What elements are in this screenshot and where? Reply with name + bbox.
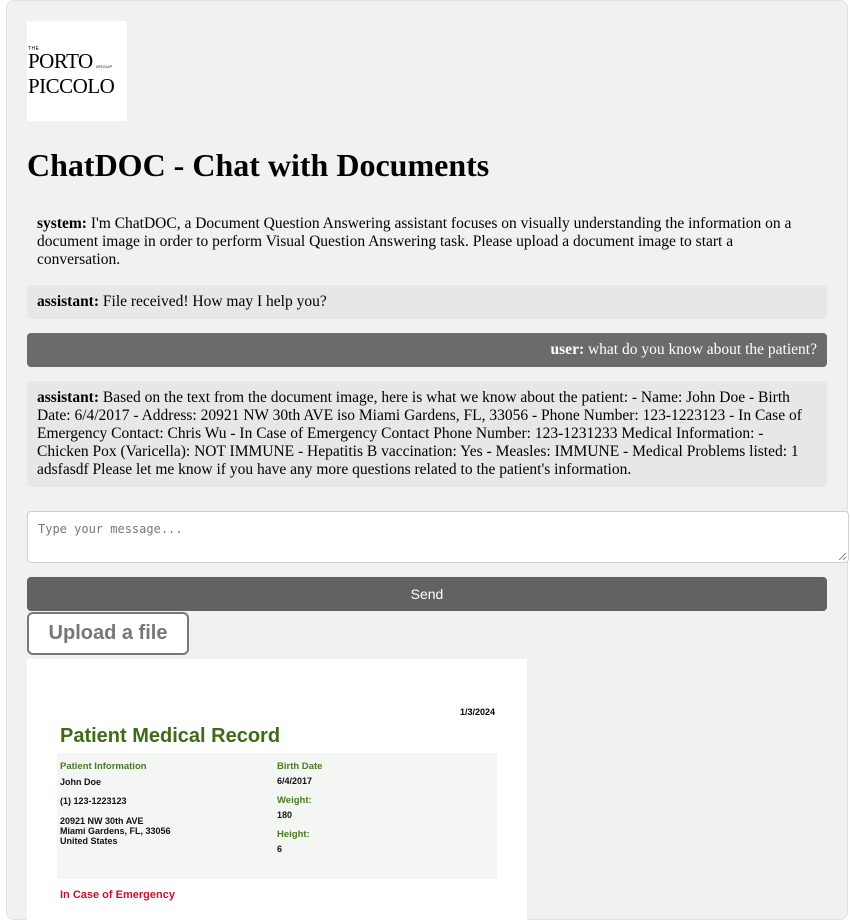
patient-address-line1: 20921 NW 30th AVE <box>60 816 144 826</box>
patient-phone: (1) 123-1223123 <box>60 796 127 806</box>
message-speaker: assistant: <box>37 293 100 310</box>
emergency-section-label: In Case of Emergency <box>60 889 175 901</box>
weight-value: 180 <box>277 810 293 820</box>
birth-date-value: 6/4/2017 <box>277 776 313 786</box>
message-speaker: assistant: <box>37 389 100 406</box>
message-input-placeholder: Type your message... <box>38 522 183 536</box>
chat-message-assistant: assistant: Based on the text from the do… <box>27 381 827 487</box>
message-text: Based on the text from the document imag… <box>37 389 802 478</box>
patient-info-label: Patient Information <box>60 761 147 772</box>
uploaded-document-preview: 1/3/2024 Patient Medical Record Patient … <box>27 659 527 921</box>
app-container: THE PORTO GROUP PICCOLO ChatDOC - Chat w… <box>6 0 849 921</box>
height-value: 6 <box>277 844 283 854</box>
logo-porto: PORTO <box>28 49 93 73</box>
chat-message-assistant: assistant: File received! How may I help… <box>27 285 827 319</box>
upload-file-button[interactable]: Upload a file <box>27 612 189 655</box>
resize-grip-icon[interactable] <box>838 552 847 561</box>
birth-date-label: Birth Date <box>277 761 323 772</box>
message-text: what do you know about the patient? <box>587 341 817 358</box>
document-date: 1/3/2024 <box>459 707 495 717</box>
logo-line1: PORTO GROUP <box>28 49 112 76</box>
message-text: I'm ChatDOC, a Document Question Answeri… <box>37 215 792 268</box>
page-title: ChatDOC - Chat with Documents <box>27 147 490 183</box>
document-heading: Patient Medical Record <box>60 725 281 747</box>
patient-address-line2: Miami Gardens, FL, 33056 <box>60 826 171 836</box>
message-text: File received! How may I help you? <box>102 293 327 310</box>
patient-name: John Doe <box>60 777 102 787</box>
porto-piccolo-logo: THE PORTO GROUP PICCOLO <box>27 21 127 121</box>
weight-label: Weight: <box>277 795 312 806</box>
send-button[interactable]: Send <box>27 577 827 611</box>
patient-info-panel: Patient Information John Doe (1) 123-122… <box>57 753 497 879</box>
message-input[interactable]: Type your message... <box>27 511 849 563</box>
logo-line2: PICCOLO <box>28 74 115 98</box>
message-speaker: user: <box>550 341 585 358</box>
chat-message-user: user: what do you know about the patient… <box>27 333 827 367</box>
chat-message-system: system: I'm ChatDOC, a Document Question… <box>27 207 827 277</box>
message-speaker: system: <box>37 215 87 232</box>
patient-address-line3: United States <box>60 836 118 846</box>
height-label: Height: <box>277 829 310 840</box>
